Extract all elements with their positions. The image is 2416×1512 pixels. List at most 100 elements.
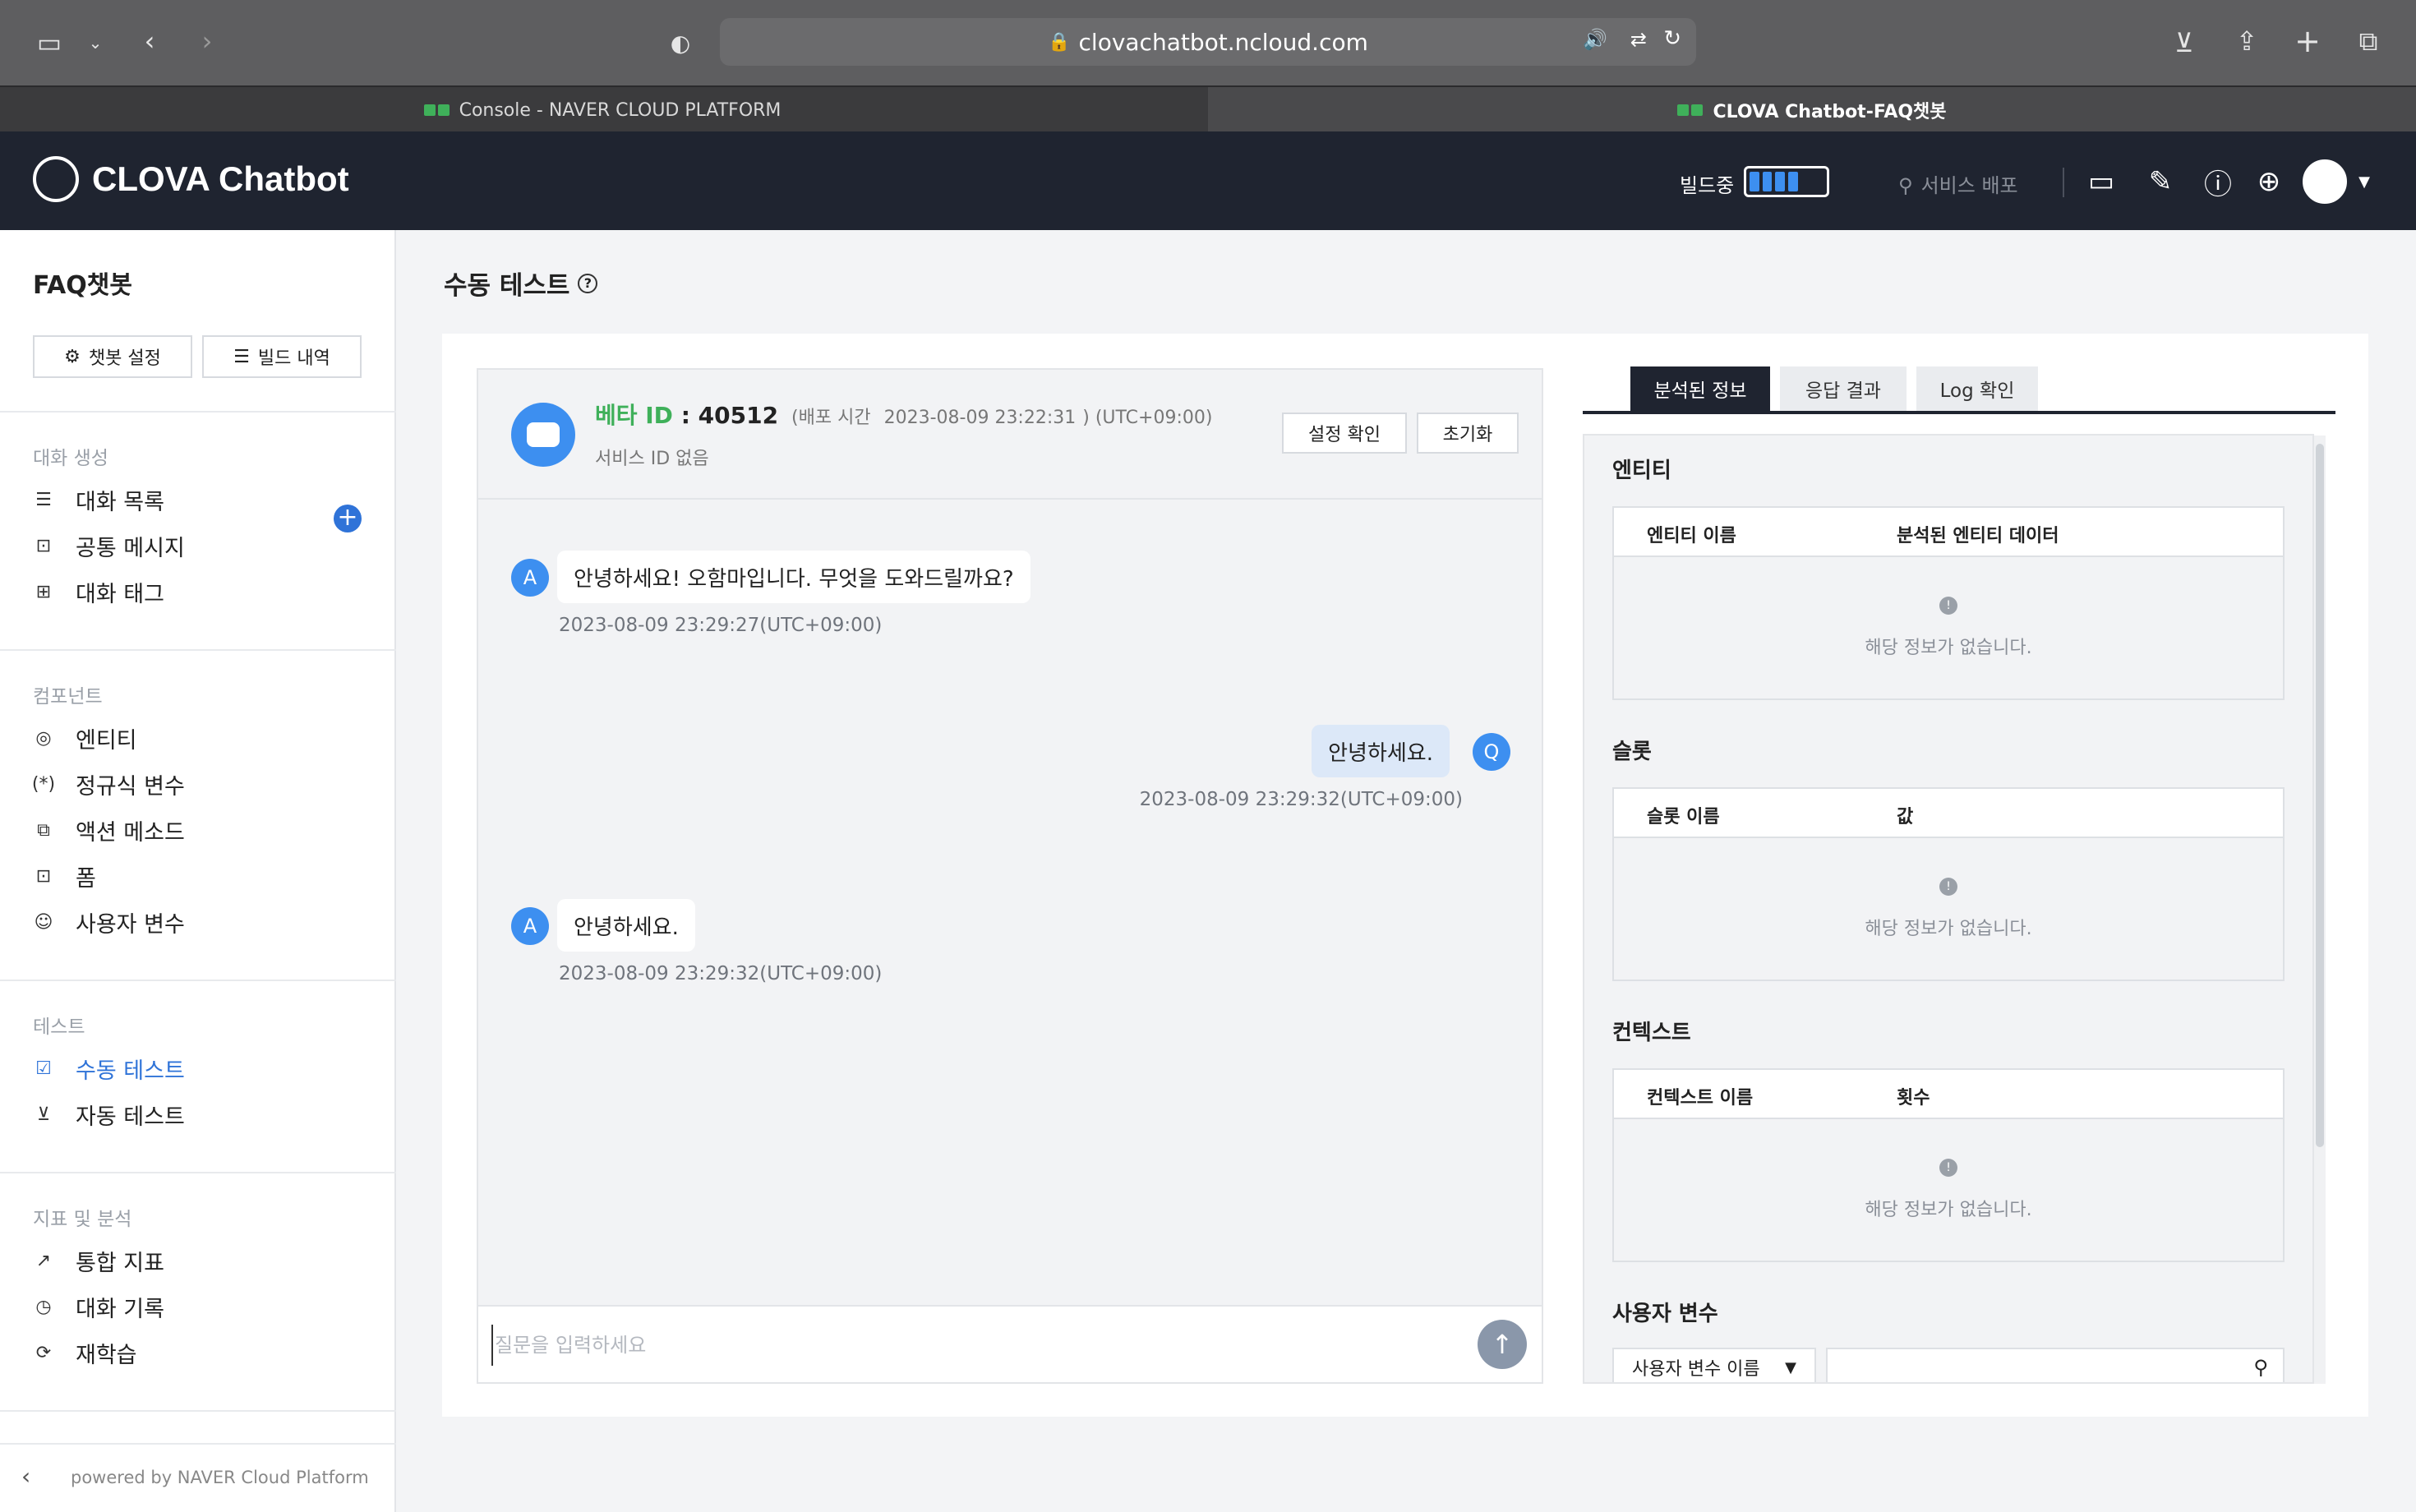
- reload-icon[interactable]: ↻: [1663, 26, 1681, 51]
- header-divider: [2063, 168, 2064, 197]
- sidebar-item-dialog-list[interactable]: ☰ 대화 목록: [33, 482, 164, 518]
- caret-down-icon: ▼: [1785, 1359, 1796, 1376]
- bot-message-avatar: A: [511, 907, 549, 945]
- column-header: 횟수: [1897, 1088, 1930, 1109]
- tab-response-result[interactable]: 응답 결과: [1780, 366, 1907, 411]
- share-icon[interactable]: ⇪: [2227, 21, 2266, 61]
- sidebar-item-user-variable[interactable]: ☺ 사용자 변수: [33, 904, 185, 940]
- chat-header: 베타 ID : 40512 (배포 시간 2023-08-09 23:22:31…: [477, 368, 1543, 500]
- bot-message: 안녕하세요.: [557, 899, 695, 952]
- bot-avatar: [511, 403, 575, 467]
- tab-clova-chatbot[interactable]: CLOVA Chatbot-FAQ챗봇: [1208, 87, 2416, 133]
- entity-section-title: 엔티티: [1612, 459, 1671, 483]
- new-tab-icon[interactable]: +: [2288, 21, 2327, 61]
- info-icon: !: [1939, 878, 1957, 896]
- app-header: CLOVA Chatbot 빌드중 ⚲ 서비스 배포 ▭ ✎ ⓘ ⊕ ▼: [0, 131, 2416, 230]
- collapse-sidebar-icon[interactable]: ‹: [21, 1463, 30, 1490]
- section-label: 테스트: [33, 1016, 85, 1038]
- slot-table: 슬롯 이름 값 ! 해당 정보가 없습니다.: [1612, 787, 2285, 981]
- powered-by: powered by NAVER Cloud Platform: [71, 1468, 369, 1487]
- brand-logo[interactable]: CLOVA Chatbot: [33, 156, 349, 202]
- tab-log[interactable]: Log 확인: [1916, 366, 2038, 411]
- arrow-up-icon: ↑: [1491, 1329, 1514, 1360]
- caret-down-icon[interactable]: ▼: [2345, 163, 2383, 201]
- address-bar[interactable]: 🔒 clovachatbot.ncloud.com 🔊 ⇄ ↻: [720, 18, 1696, 66]
- sidebar-item-entity[interactable]: ◎ 엔티티: [33, 720, 136, 756]
- empty-message: 해당 정보가 없습니다.: [1865, 919, 2032, 939]
- checklist-icon: ☑: [35, 1058, 52, 1079]
- translate-icon[interactable]: ⇄: [1630, 28, 1647, 51]
- confirm-settings-button[interactable]: 설정 확인: [1282, 413, 1407, 454]
- ncp-favicon-icon: [1677, 104, 1690, 116]
- download-box-icon: ⊻: [36, 1104, 51, 1125]
- tab-analyzed-info[interactable]: 분석된 정보: [1630, 366, 1770, 411]
- chevron-down-icon[interactable]: ⌄: [76, 23, 115, 62]
- reset-button[interactable]: 초기화: [1417, 413, 1519, 454]
- empty-message: 해당 정보가 없습니다.: [1865, 638, 2032, 658]
- chat-input-area: ↑: [477, 1305, 1543, 1384]
- tab-console[interactable]: Console - NAVER CLOUD PLATFORM: [0, 87, 1205, 133]
- entity-table: 엔티티 이름 분석된 엔티티 데이터 ! 해당 정보가 없습니다.: [1612, 506, 2285, 700]
- question-input[interactable]: [491, 1325, 1436, 1366]
- sidebar-item-regex-variable[interactable]: (*) 정규식 변수: [31, 766, 185, 802]
- sidebar-item-dialog-tag[interactable]: ⊞ 대화 태그: [33, 574, 164, 610]
- column-header: 컨텍스트 이름: [1647, 1088, 1754, 1109]
- sidebar-item-action-method[interactable]: ⧉ 액션 메소드: [33, 812, 185, 848]
- bot-name: FAQ챗봇: [33, 271, 132, 300]
- sidebar-item-auto-test[interactable]: ⊻ 자동 테스트: [33, 1096, 185, 1132]
- sidebar-item-retrain[interactable]: ⟳ 재학습: [33, 1335, 137, 1371]
- chat-messages: A 안녕하세요! 오함마입니다. 무엇을 도와드릴까요? 2023-08-09 …: [477, 500, 1543, 1305]
- user-variable-section-title: 사용자 변수: [1612, 1302, 1718, 1326]
- sidebar-item-common-message[interactable]: ⊡ 공통 메시지: [33, 528, 185, 564]
- beta-info: 베타 ID : 40512 (배포 시간 2023-08-09 23:22:31…: [595, 402, 1213, 429]
- section-label: 대화 생성: [33, 448, 108, 469]
- sidebar-item-dialog-log[interactable]: ◷ 대화 기록: [33, 1288, 164, 1325]
- section-label: 지표 및 분석: [33, 1209, 132, 1230]
- service-deploy-button[interactable]: ⚲ 서비스 배포: [1898, 169, 2018, 198]
- deploy-icon: ⚲: [1898, 174, 1913, 197]
- chat-icon[interactable]: ▭: [2082, 163, 2120, 201]
- column-header: 슬롯 이름: [1647, 807, 1720, 827]
- user-variable-select[interactable]: 사용자 변수 이름 ▼: [1612, 1348, 1816, 1382]
- globe-icon[interactable]: ⊕: [2250, 163, 2288, 201]
- add-dialog-button[interactable]: +: [334, 505, 362, 532]
- download-icon[interactable]: ⊻: [2165, 23, 2204, 62]
- context-table: 컨텍스트 이름 횟수 ! 해당 정보가 없습니다.: [1612, 1068, 2285, 1262]
- column-header: 값: [1897, 807, 1914, 827]
- url-text: clovachatbot.ncloud.com: [1078, 28, 1368, 56]
- context-section-title: 컨텍스트: [1612, 1021, 1691, 1045]
- help-icon[interactable]: ?: [578, 273, 598, 293]
- chatbot-settings-button[interactable]: ⚙ 챗봇 설정: [33, 335, 192, 378]
- target-icon: ◎: [35, 727, 52, 749]
- tab-overview-icon[interactable]: ⧉: [2349, 21, 2388, 61]
- search-icon[interactable]: ⚲: [2253, 1356, 2268, 1379]
- user-message: 안녕하세요.: [1312, 725, 1450, 777]
- chat-bubble-icon: [527, 422, 560, 447]
- action-icon: ⧉: [37, 819, 50, 841]
- sidebar-item-metrics[interactable]: ↗ 통합 지표: [33, 1242, 164, 1279]
- send-button[interactable]: ↑: [1478, 1320, 1527, 1369]
- forward-icon[interactable]: ›: [187, 21, 227, 61]
- sidebar-item-manual-test[interactable]: ☑ 수동 테스트: [33, 1050, 185, 1086]
- info-icon: !: [1939, 1159, 1957, 1177]
- sidebar-item-form[interactable]: ⊡ 폼: [33, 858, 96, 894]
- sidebar-toggle-icon[interactable]: ▭: [30, 23, 69, 62]
- scroll-thumb[interactable]: [2316, 444, 2324, 1147]
- lock-icon: 🔒: [1048, 31, 1071, 53]
- edit-note-icon[interactable]: ✎: [2142, 163, 2179, 201]
- column-header: 분석된 엔티티 데이터: [1897, 526, 2059, 546]
- build-history-button[interactable]: ☰ 빌드 내역: [202, 335, 362, 378]
- user-message-avatar: Q: [1473, 733, 1510, 771]
- shield-icon[interactable]: ◐: [661, 23, 700, 62]
- audio-icon[interactable]: 🔊: [1583, 28, 1607, 51]
- regex-icon: (*): [31, 773, 56, 795]
- page-title: 수동 테스트 ?: [444, 265, 598, 302]
- back-icon[interactable]: ‹: [130, 21, 169, 61]
- user-variable-search-input[interactable]: ⚲: [1826, 1348, 2285, 1382]
- avatar[interactable]: [2303, 159, 2347, 204]
- column-header: 엔티티 이름: [1647, 526, 1736, 546]
- empty-message: 해당 정보가 없습니다.: [1865, 1200, 2032, 1220]
- info-icon[interactable]: ⓘ: [2199, 163, 2237, 201]
- list-icon: ☰: [35, 489, 52, 510]
- user-circle-icon: ☺: [34, 911, 53, 933]
